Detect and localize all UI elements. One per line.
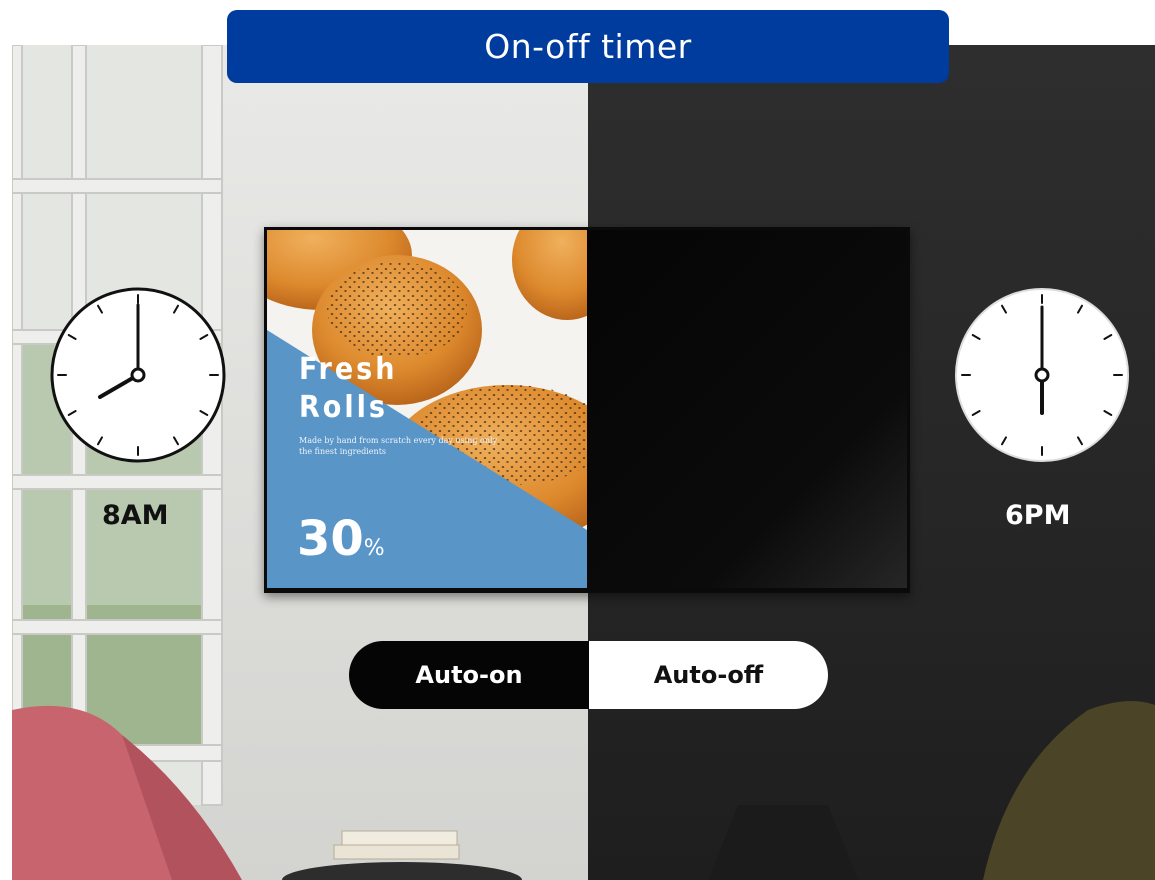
display-screen-on: Fresh Rolls Made by hand from scratch ev… <box>267 230 587 588</box>
on-time-label: 8AM <box>102 500 169 531</box>
auto-off-button[interactable]: Auto-off <box>589 641 828 709</box>
auto-on-button[interactable]: Auto-on <box>349 641 589 709</box>
display-screen-off <box>587 230 907 588</box>
signage-display: Fresh Rolls Made by hand from scratch ev… <box>264 227 910 593</box>
scene: On-off timer 8AM 6PM Fresh Rolls Made by… <box>0 0 1155 880</box>
page-title: On-off timer <box>227 10 949 83</box>
off-time-label: 6PM <box>1005 500 1071 531</box>
clock-6pm-icon <box>955 288 1129 462</box>
discount-sign: % <box>363 536 385 561</box>
promo-discount: 30% <box>297 511 385 567</box>
promo-heading: Fresh Rolls <box>299 352 398 425</box>
clock-8am-icon <box>50 287 226 463</box>
promo-subtext: Made by hand from scratch every day usin… <box>299 436 498 456</box>
power-mode-toggle: Auto-on Auto-off <box>349 641 828 709</box>
discount-value: 30 <box>297 511 364 567</box>
